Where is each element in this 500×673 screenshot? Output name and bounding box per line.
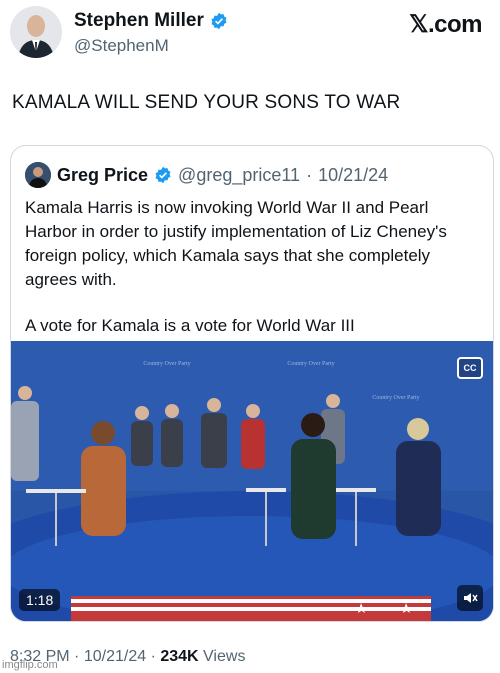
- backdrop-logo: Country Over Party: [287, 361, 334, 367]
- quote-author-name[interactable]: Greg Price: [57, 165, 148, 186]
- x-logo-icon[interactable]: 𝕏.com: [409, 10, 482, 39]
- views-count: 234K: [160, 648, 199, 665]
- video-frame: Country Over Party Country Over Party Co…: [11, 341, 493, 621]
- tweet-text: KAMALA WILL SEND YOUR SONS TO WAR: [12, 92, 401, 113]
- video-player[interactable]: Country Over Party Country Over Party Co…: [11, 341, 493, 621]
- captions-icon[interactable]: CC: [457, 357, 483, 379]
- quote-paragraph: Kamala Harris is now invoking World War …: [25, 198, 447, 289]
- backdrop-logo: Country Over Party: [143, 361, 190, 367]
- author-handle[interactable]: @StephenM: [74, 36, 169, 56]
- meta-separator: ·: [150, 648, 156, 665]
- quoted-tweet[interactable]: Greg Price @greg_price11 · 10/21/24 Kama…: [10, 145, 494, 622]
- author-name[interactable]: Stephen Miller: [74, 10, 204, 32]
- video-timestamp: 1:18: [19, 589, 61, 611]
- quote-body: Kamala Harris is now invoking World War …: [25, 196, 485, 360]
- tweet-date[interactable]: 10/21/24: [84, 648, 146, 665]
- mute-icon[interactable]: [457, 585, 483, 611]
- quote-separator: ·: [306, 164, 313, 185]
- backdrop-logo: Country Over Party: [372, 395, 419, 401]
- quote-author-avatar[interactable]: [25, 162, 51, 188]
- views-label: Views: [203, 648, 246, 665]
- verified-icon: [210, 12, 228, 30]
- meta-separator: ·: [74, 648, 80, 665]
- quote-paragraph: A vote for Kamala is a vote for World Wa…: [25, 316, 355, 335]
- tweet-header: Stephen Miller @StephenM 𝕏.com: [0, 0, 500, 70]
- author-avatar[interactable]: [10, 6, 62, 58]
- quote-date: 10/21/24: [318, 164, 389, 185]
- watermark: imgflip.com: [2, 659, 58, 671]
- verified-icon: [154, 166, 172, 184]
- quote-author-handle[interactable]: @greg_price11: [178, 165, 300, 186]
